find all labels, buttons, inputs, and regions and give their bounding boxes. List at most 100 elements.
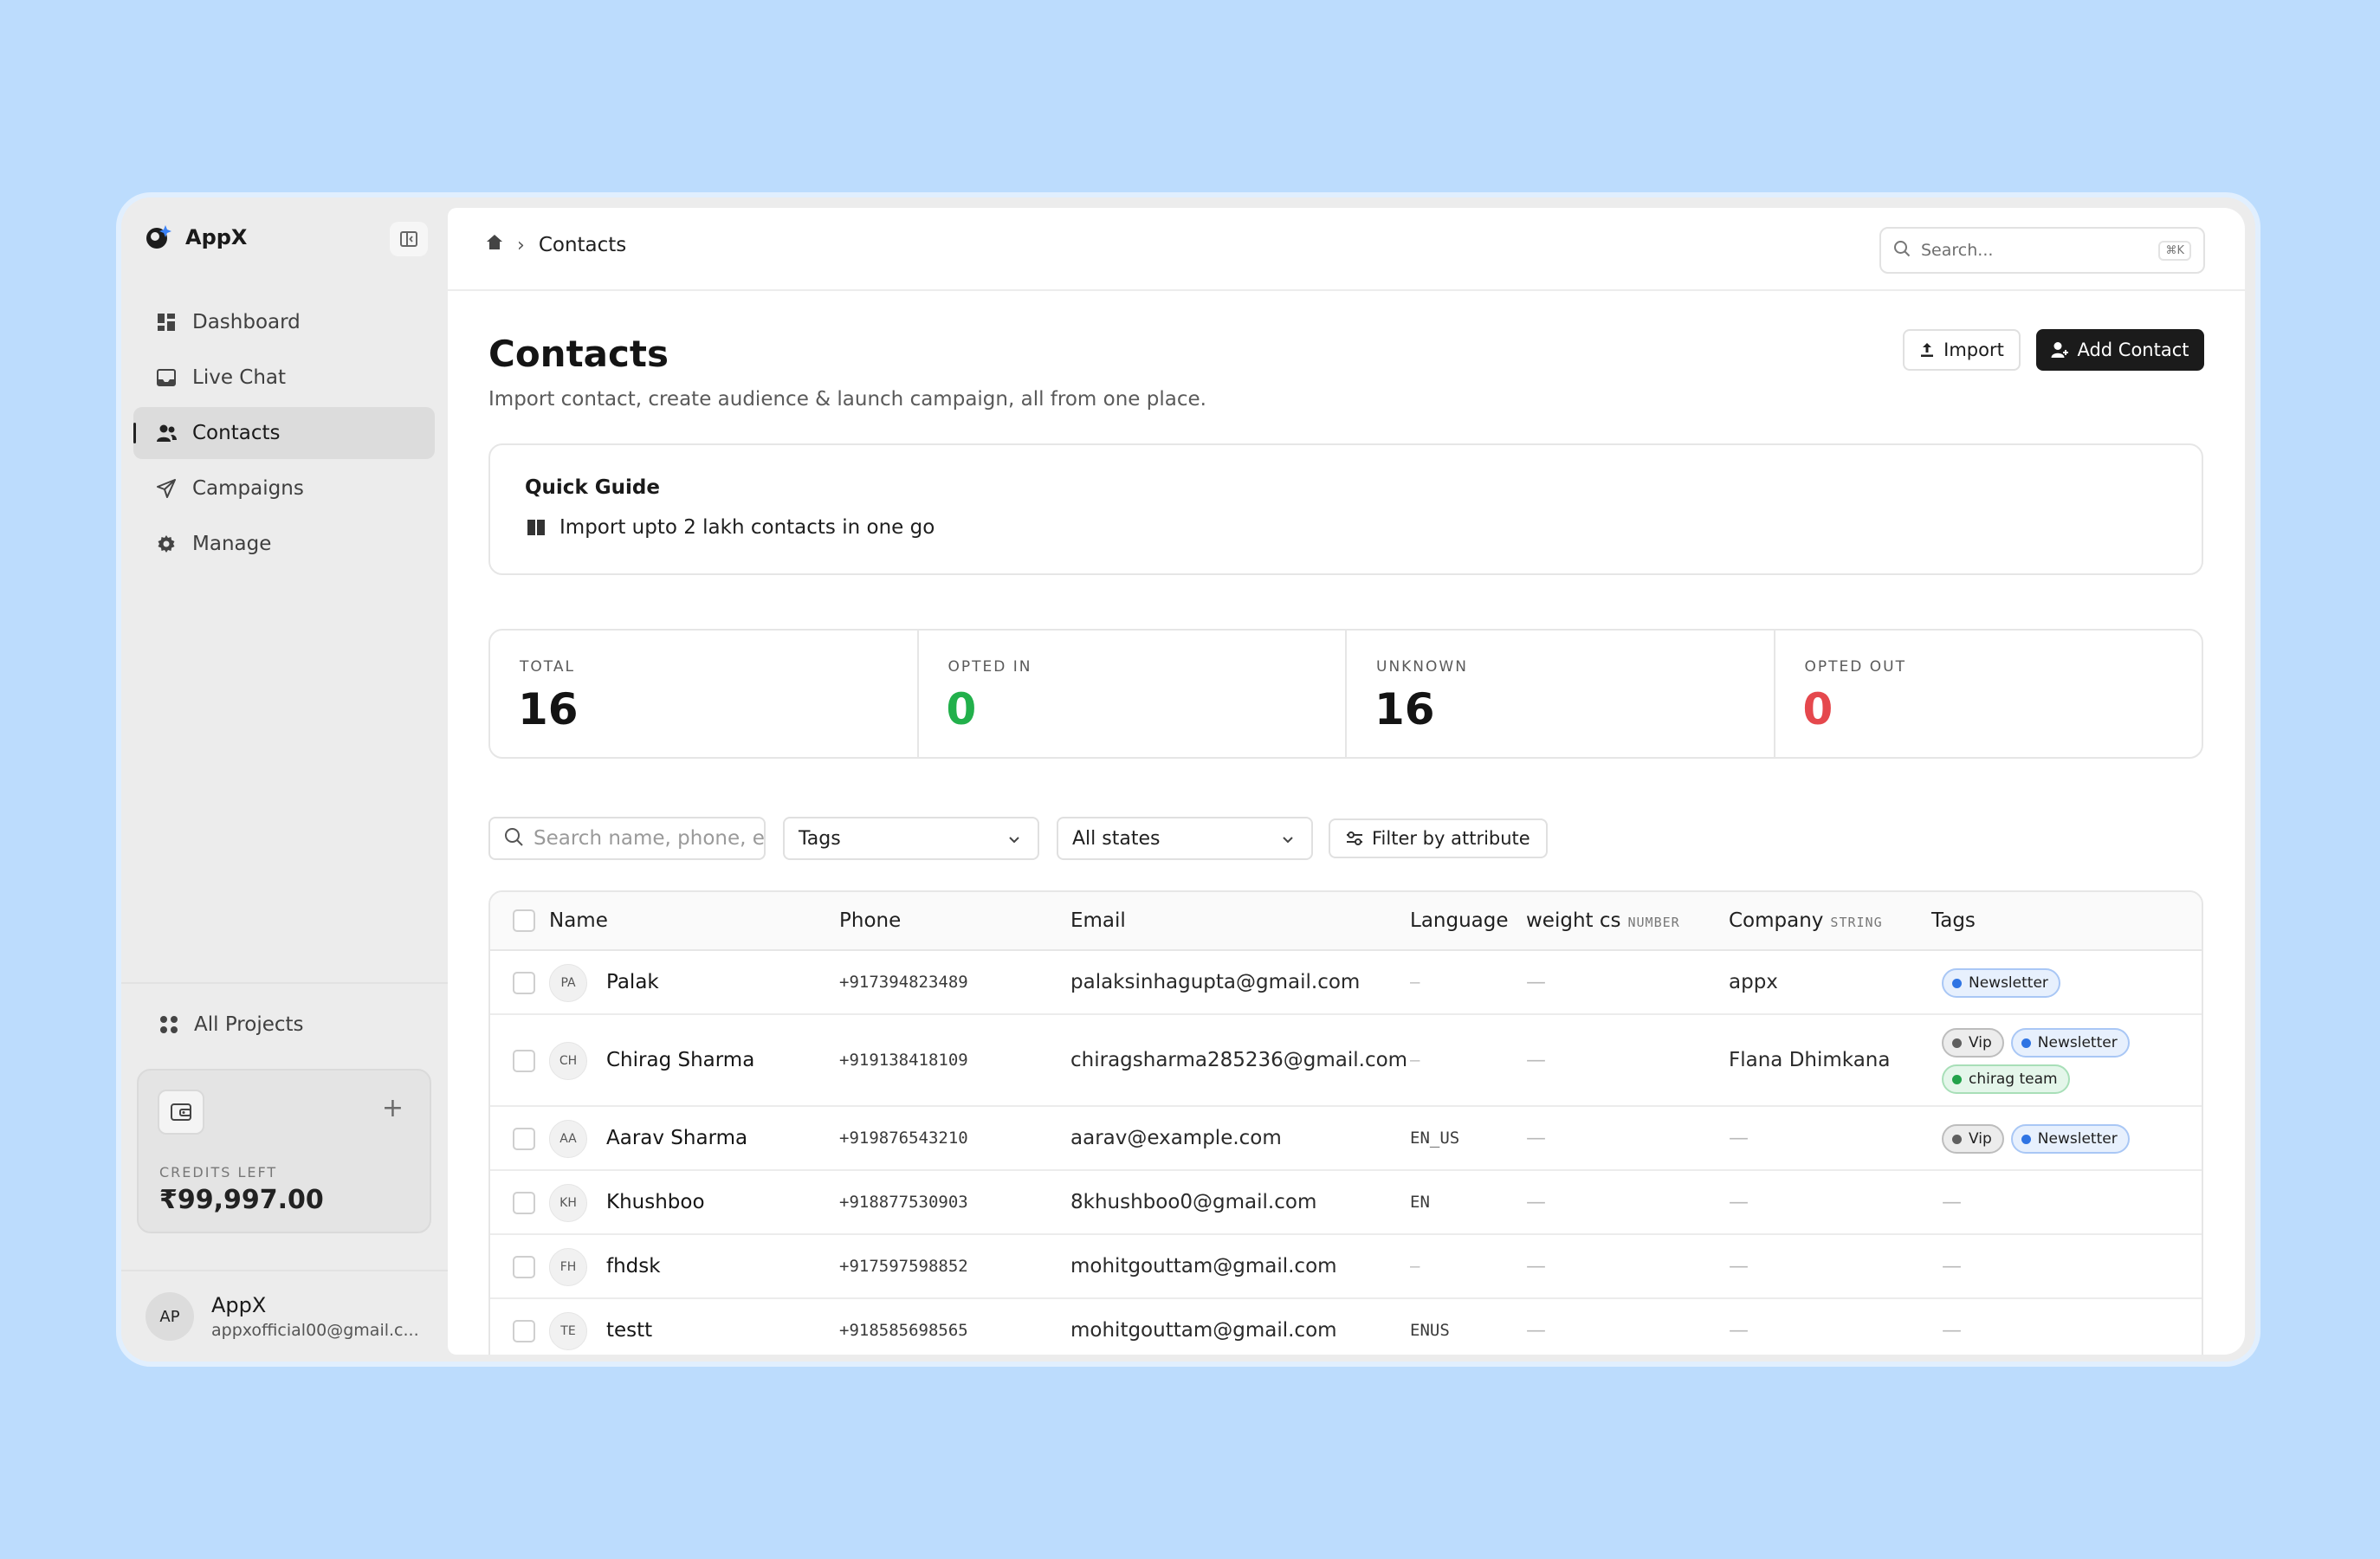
sidebar-item-dashboard[interactable]: Dashboard	[133, 296, 435, 348]
upload-icon	[1919, 342, 1935, 358]
tag-badge[interactable]: chirag team	[1942, 1064, 2070, 1094]
contact-name: Khushboo	[606, 1191, 705, 1213]
quick-guide-title: Quick Guide	[525, 476, 660, 499]
contact-search-placeholder: Search name, phone, e	[534, 827, 765, 850]
tag-badge[interactable]: Newsletter	[2010, 1124, 2130, 1154]
filter-by-attribute-label: Filter by attribute	[1372, 828, 1530, 849]
table-row[interactable]: KH Khushboo +918877530903 8khushboo0@gmail.…	[490, 1171, 2202, 1235]
credits-value: ₹99,997.00	[159, 1185, 324, 1215]
sidebar-item-label: Contacts	[192, 422, 281, 444]
quick-guide-item[interactable]: Import upto 2 lakh contacts in one go	[527, 516, 935, 539]
contact-email: mohitgouttam@gmail.com	[1070, 1319, 1337, 1342]
sidebar-divider	[121, 1270, 448, 1271]
contact-search-input[interactable]: Search name, phone, e	[488, 817, 766, 860]
column-header-phone[interactable]: Phone	[839, 909, 901, 932]
collapse-sidebar-button[interactable]	[390, 222, 428, 256]
user-profile[interactable]: AP AppX appxofficial00@gmail.c...	[146, 1292, 419, 1341]
global-search-input[interactable]: Search... ⌘K	[1879, 227, 2205, 274]
tag-label: Newsletter	[2037, 1130, 2118, 1148]
all-projects-link[interactable]: All Projects	[133, 1005, 304, 1045]
table-header: Name Phone Email Language weight cs NUMBE…	[490, 892, 2202, 951]
avatar: PA	[549, 964, 587, 1002]
sidebar-toggle-icon	[400, 231, 417, 247]
column-header-email[interactable]: Email	[1070, 909, 1126, 932]
row-checkbox[interactable]	[513, 1320, 535, 1342]
inbox-icon	[156, 367, 177, 388]
sidebar-item-live-chat[interactable]: Live Chat	[133, 352, 435, 404]
contact-weight: —	[1526, 1255, 1546, 1278]
column-type-badge: NUMBER	[1627, 915, 1680, 930]
contact-language: —	[1410, 1257, 1420, 1276]
row-checkbox[interactable]	[513, 972, 535, 994]
contacts-table: Name Phone Email Language weight cs NUMBE…	[488, 890, 2203, 1355]
tag-label: Vip	[1969, 1034, 1992, 1051]
quick-guide-item-label: Import upto 2 lakh contacts in one go	[559, 516, 935, 539]
select-all-checkbox[interactable]	[513, 909, 535, 932]
stat-label: OPTED OUT	[1804, 658, 1906, 676]
tags-select[interactable]: Tags	[783, 817, 1039, 860]
page-subtitle: Import contact, create audience & launch…	[488, 388, 1206, 411]
contact-language: EN	[1410, 1193, 1430, 1212]
table-row[interactable]: AA Aarav Sharma +919876543210 aarav@example…	[490, 1107, 2202, 1171]
table-row[interactable]: FH fhdsk +917597598852 mohitgouttam@gmail.c…	[490, 1235, 2202, 1299]
row-checkbox[interactable]	[513, 1256, 535, 1278]
breadcrumb-separator-icon: ›	[517, 234, 525, 256]
contact-weight: —	[1526, 1127, 1546, 1149]
contact-phone: +919138418109	[839, 1051, 968, 1070]
column-header-weight-label: weight cs	[1526, 909, 1621, 932]
tag-badge[interactable]: Newsletter	[1942, 968, 2060, 998]
app-window: AppX Dashboard Live Chat Contacts Campai…	[121, 197, 2255, 1362]
filter-by-attribute-button[interactable]: Filter by attribute	[1329, 818, 1548, 858]
stat-label: UNKNOWN	[1376, 658, 1468, 676]
main-content: › Contacts Search... ⌘K Contacts Import …	[448, 208, 2245, 1355]
sidebar-item-campaigns[interactable]: Campaigns	[133, 463, 435, 514]
row-checkbox[interactable]	[513, 1128, 535, 1150]
sidebar-item-manage[interactable]: Manage	[133, 518, 435, 570]
row-checkbox[interactable]	[513, 1050, 535, 1072]
table-row[interactable]: PA Palak +917394823489 palaksinhagupta@gmai…	[490, 951, 2202, 1015]
book-icon	[527, 519, 546, 536]
column-header-weight[interactable]: weight cs NUMBER	[1526, 909, 1680, 932]
send-icon	[156, 478, 177, 499]
add-contact-button[interactable]: Add Contact	[2036, 329, 2204, 371]
contact-email: chiragsharma285236@gmail.com	[1070, 1049, 1408, 1071]
grid-icon	[159, 1015, 178, 1034]
dashboard-icon	[156, 312, 177, 333]
contact-name: Aarav Sharma	[606, 1127, 748, 1149]
import-button[interactable]: Import	[1903, 329, 2021, 371]
app-name: AppX	[185, 225, 248, 249]
tag-badge[interactable]: Vip	[1942, 1124, 2004, 1154]
states-select[interactable]: All states	[1057, 817, 1313, 860]
column-header-language[interactable]: Language	[1410, 909, 1509, 932]
contact-weight: —	[1526, 1319, 1546, 1342]
contact-email: 8khushboo0@gmail.com	[1070, 1191, 1317, 1213]
column-header-name[interactable]: Name	[549, 909, 608, 932]
contact-phone: +917394823489	[839, 973, 968, 992]
sidebar-divider	[121, 982, 448, 984]
tags-select-label: Tags	[799, 827, 841, 850]
tag-badge[interactable]: Vip	[1942, 1028, 2004, 1058]
wallet-icon[interactable]	[158, 1090, 204, 1135]
table-row[interactable]: CH Chirag Sharma +919138418109 chiragsharma…	[490, 1015, 2202, 1107]
add-credits-icon[interactable]: +	[382, 1093, 404, 1123]
sidebar-item-label: Manage	[192, 533, 272, 555]
contact-phone: +919876543210	[839, 1129, 968, 1148]
filter-bar: Search name, phone, e Tags All states Fi…	[488, 817, 1614, 860]
avatar: TE	[549, 1312, 587, 1350]
contact-tags: —	[1942, 1319, 1962, 1342]
search-placeholder: Search...	[1921, 241, 1994, 260]
brand[interactable]: AppX	[142, 220, 247, 255]
column-header-company[interactable]: Company STRING	[1729, 909, 1883, 932]
breadcrumb: › Contacts	[486, 234, 626, 256]
sidebar-item-contacts[interactable]: Contacts	[133, 407, 435, 459]
table-row[interactable]: TE testt +918585698565 mohitgouttam@gmail.c…	[490, 1299, 2202, 1355]
contact-language: —	[1410, 973, 1420, 992]
stat-label: OPTED IN	[947, 658, 1032, 676]
row-checkbox[interactable]	[513, 1192, 535, 1214]
tag-badge[interactable]: Newsletter	[2010, 1028, 2130, 1058]
home-icon[interactable]	[486, 234, 503, 256]
contact-phone: +917597598852	[839, 1257, 968, 1276]
column-header-tags[interactable]: Tags	[1931, 909, 1976, 932]
stat-total: TOTAL 16	[490, 631, 919, 757]
sliders-icon	[1346, 831, 1363, 846]
